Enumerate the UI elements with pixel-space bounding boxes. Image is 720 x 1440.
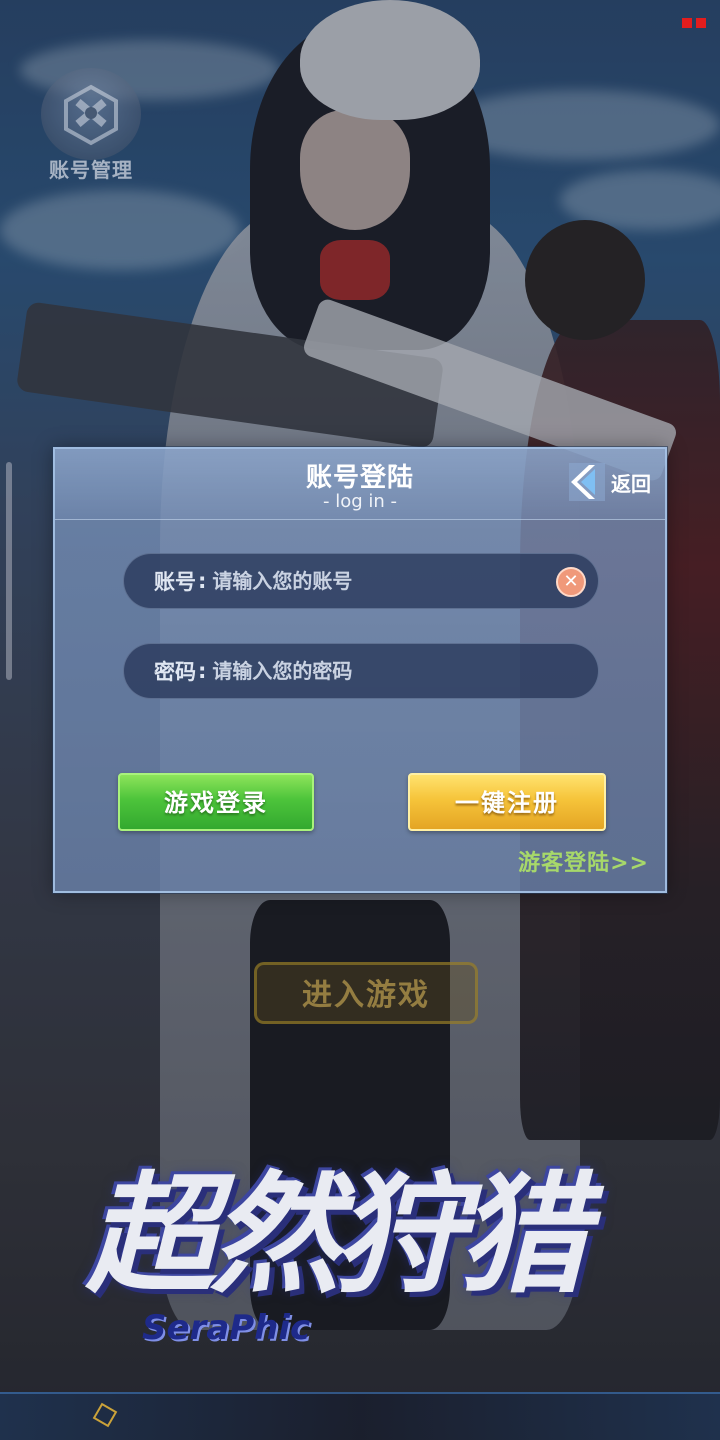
record-dot bbox=[696, 18, 706, 28]
account-input[interactable] bbox=[212, 569, 513, 593]
side-scrollbar[interactable] bbox=[6, 462, 12, 680]
login-dialog: 账号登陆 - log in - 返回 账号 : ✕ 密码 : bbox=[53, 447, 667, 893]
password-field[interactable]: 密码 : bbox=[123, 643, 599, 699]
game-logo-title: 超然狩猎 bbox=[86, 1159, 588, 1311]
hexagon-icon bbox=[92, 1402, 118, 1428]
account-field-label: 账号 bbox=[154, 570, 196, 594]
account-field[interactable]: 账号 : ✕ bbox=[123, 553, 599, 609]
password-input[interactable] bbox=[212, 659, 513, 683]
quick-register-button[interactable]: 一键注册 bbox=[408, 773, 606, 831]
login-dialog-header: 账号登陆 - log in - 返回 bbox=[55, 449, 665, 520]
account-field-colon: : bbox=[198, 569, 207, 593]
account-manage-button[interactable]: 账号管理 bbox=[36, 68, 146, 188]
close-icon: ✕ bbox=[563, 571, 579, 592]
password-field-colon: : bbox=[198, 659, 207, 683]
back-button-label: 返回 bbox=[611, 471, 651, 496]
game-login-button[interactable]: 游戏登录 bbox=[118, 773, 314, 831]
record-indicator bbox=[682, 18, 706, 28]
enter-game-button[interactable]: 进入游戏 bbox=[254, 962, 478, 1024]
guest-login-link[interactable]: 游客登陆>> bbox=[518, 845, 649, 877]
bottom-bar bbox=[0, 1392, 720, 1440]
wrench-hammer-icon bbox=[41, 68, 141, 160]
back-button[interactable]: 返回 bbox=[567, 459, 651, 505]
password-field-label: 密码 bbox=[154, 660, 196, 684]
game-login-screen: 账号管理 进入游戏 超然狩猎 SeraPhic 账号登陆 - log in - … bbox=[0, 0, 720, 1440]
clear-account-button[interactable]: ✕ bbox=[556, 567, 586, 597]
game-logo-subtitle: SeraPhic bbox=[142, 1308, 311, 1348]
record-dot bbox=[682, 18, 692, 28]
back-arrow-icon bbox=[569, 463, 605, 501]
